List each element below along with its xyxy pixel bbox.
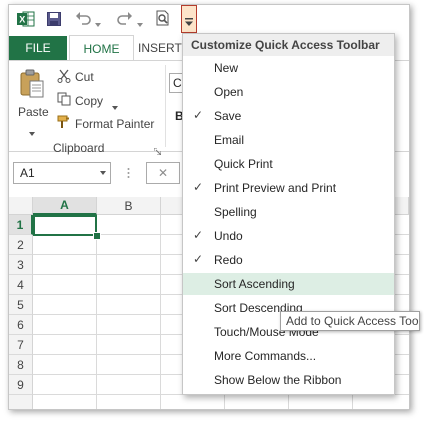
menu-item-sort-ascending[interactable]: Sort Ascending	[183, 273, 394, 295]
undo-dropdown-icon[interactable]	[95, 16, 101, 27]
tab-home[interactable]: HOME	[69, 35, 134, 62]
row-header-1[interactable]: 1	[9, 215, 33, 235]
row-header-8[interactable]: 8	[9, 355, 33, 375]
customize-qat-button[interactable]	[181, 5, 197, 33]
selected-cell-a1[interactable]	[33, 215, 97, 236]
menu-item-label: Undo	[214, 229, 243, 243]
row-header-3[interactable]: 3	[9, 255, 33, 275]
menu-item-print-preview-and-print[interactable]: ✓ Print Preview and Print	[183, 177, 394, 199]
paste-dropdown-icon[interactable]	[29, 125, 35, 136]
name-box-value: A1	[20, 166, 35, 180]
paste-button[interactable]: Paste	[18, 105, 49, 119]
menu-item-label: Save	[214, 109, 242, 123]
clipboard-launcher-icon[interactable]	[153, 144, 162, 156]
menu-item-label: Quick Print	[214, 157, 273, 171]
column-header-a[interactable]: A	[33, 197, 97, 215]
formula-bar-grip-icon[interactable]	[127, 167, 130, 179]
menu-item-email[interactable]: Email	[183, 129, 394, 151]
menu-item-undo[interactable]: ✓ Undo	[183, 225, 394, 247]
checkmark-icon: ✓	[193, 180, 204, 194]
menu-item-label: Sort Ascending	[214, 277, 295, 291]
svg-text:X: X	[19, 15, 25, 25]
cancel-entry-button[interactable]: ✕	[146, 162, 180, 184]
menu-item-label: Show Below the Ribbon	[214, 373, 342, 387]
copy-button[interactable]: Copy	[75, 94, 103, 108]
row-header-2[interactable]: 2	[9, 235, 33, 255]
undo-icon[interactable]	[75, 11, 91, 25]
tab-file[interactable]: FILE	[9, 36, 67, 60]
menu-item-label: Spelling	[214, 205, 257, 219]
format-painter-button[interactable]: Format Painter	[75, 117, 154, 131]
menu-item-label: Redo	[214, 253, 243, 267]
checkmark-icon: ✓	[193, 252, 204, 266]
column-header-b[interactable]: B	[97, 197, 161, 215]
checkmark-icon: ✓	[193, 228, 204, 242]
excel-logo-icon: X	[17, 11, 35, 27]
clipboard-group-label: Clipboard	[53, 141, 105, 155]
row-header-9[interactable]: 9	[9, 375, 33, 395]
tab-insert[interactable]: INSERT	[138, 36, 182, 60]
menu-item-label: Print Preview and Print	[214, 181, 337, 195]
menu-item-new[interactable]: New	[183, 57, 394, 79]
menu-item-redo[interactable]: ✓ Redo	[183, 249, 394, 271]
fill-handle[interactable]	[93, 232, 101, 240]
save-icon[interactable]	[47, 12, 61, 26]
name-box-dropdown-icon[interactable]	[100, 171, 106, 175]
redo-dropdown-icon[interactable]	[137, 16, 143, 27]
menu-item-spelling[interactable]: Spelling	[183, 201, 394, 223]
row-header-4[interactable]: 4	[9, 275, 33, 295]
row-header-6[interactable]: 6	[9, 315, 33, 335]
menu-item-open[interactable]: Open	[183, 81, 394, 103]
print-preview-icon[interactable]	[155, 10, 171, 26]
select-all-corner[interactable]	[9, 197, 33, 215]
copy-dropdown-icon[interactable]	[112, 99, 118, 110]
menu-item-label: More Commands...	[214, 349, 317, 363]
checkmark-icon: ✓	[193, 108, 204, 122]
menu-item-label: Open	[214, 85, 244, 99]
name-box[interactable]: A1	[13, 162, 111, 184]
format-painter-icon	[57, 115, 71, 129]
customize-qat-menu: Customize Quick Access Toolbar New Open ✓ S…	[182, 33, 395, 395]
tooltip: Add to Quick Access Toolbar	[280, 311, 420, 331]
menu-title: Customize Quick Access Toolbar	[183, 34, 394, 56]
group-divider	[165, 65, 166, 147]
menu-item-more-commands[interactable]: More Commands...	[183, 345, 394, 367]
row-header-5[interactable]: 5	[9, 295, 33, 315]
menu-item-label: New	[214, 61, 239, 75]
menu-item-save[interactable]: ✓ Save	[183, 105, 394, 127]
row-header-7[interactable]: 7	[9, 335, 33, 355]
menu-item-quick-print[interactable]: Quick Print	[183, 153, 394, 175]
redo-icon[interactable]	[117, 11, 133, 25]
paste-icon[interactable]	[19, 69, 45, 99]
cut-button[interactable]: Cut	[75, 70, 94, 84]
row-header-10[interactable]	[9, 395, 33, 409]
font-name-value: C	[173, 76, 182, 90]
cut-icon	[57, 69, 71, 83]
copy-icon	[57, 92, 71, 106]
menu-item-show-below-the-ribbon[interactable]: Show Below the Ribbon	[183, 369, 394, 391]
customize-qat-icon	[185, 15, 193, 26]
menu-item-label: Email	[214, 133, 245, 147]
